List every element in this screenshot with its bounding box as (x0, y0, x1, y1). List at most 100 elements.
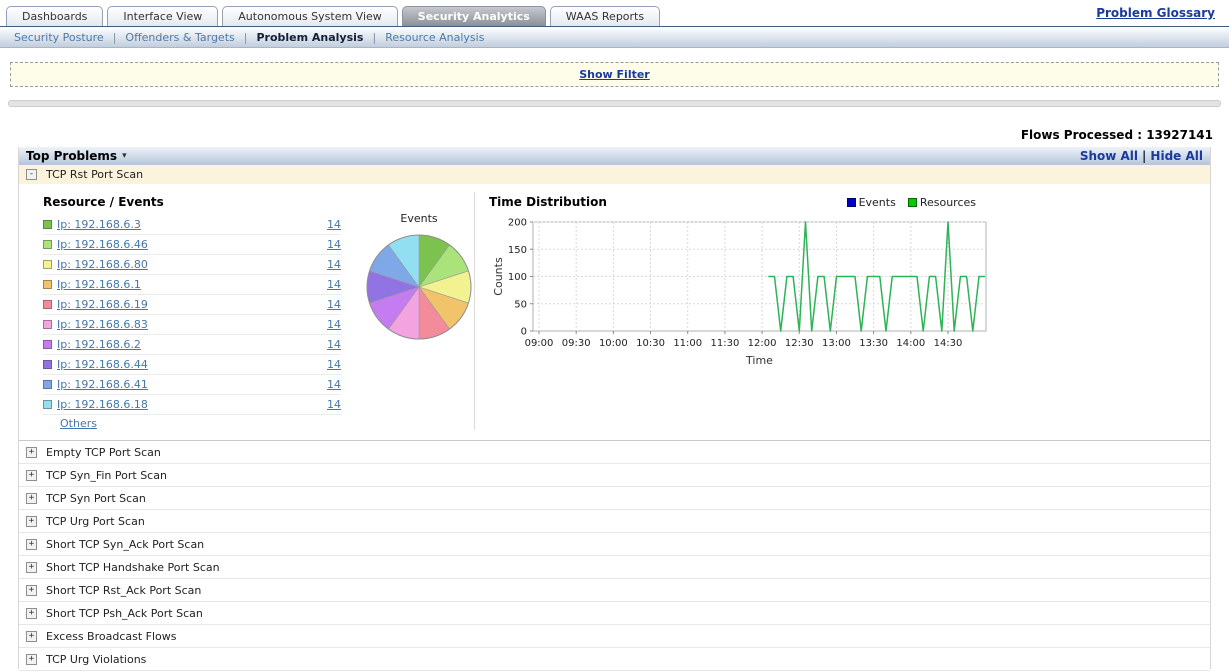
expand-icon[interactable]: + (26, 447, 37, 458)
flows-processed: Flows Processed : 13927141 (1021, 128, 1213, 142)
resource-row: Ip: 192.168.6.46 14 (43, 235, 341, 255)
resource-count-link[interactable]: 14 (327, 318, 341, 331)
collapse-icon[interactable]: - (26, 169, 37, 180)
resource-row: Ip: 192.168.6.2 14 (43, 335, 341, 355)
time-distribution-chart: 05010015020009:0009:3010:0010:3011:0011:… (489, 214, 1009, 374)
links-separator: | (1142, 149, 1146, 163)
resource-link-ip-192-168-6-46[interactable]: Ip: 192.168.6.46 (57, 238, 148, 251)
expand-icon[interactable]: + (26, 539, 37, 550)
legend-swatch-icon (908, 198, 917, 207)
resource-list: Ip: 192.168.6.314Ip: 192.168.6.4614Ip: 1… (43, 215, 341, 415)
y-tick-label: 100 (508, 272, 527, 283)
resource-row: Ip: 192.168.6.44 14 (43, 355, 341, 375)
top-problems-title: Top Problems (26, 149, 117, 163)
legend-item-resources: Resources (908, 196, 976, 209)
x-tick-label: 10:00 (599, 338, 628, 349)
subnav-offenders-targets[interactable]: Offenders & Targets (125, 31, 234, 44)
x-tick-label: 12:00 (748, 338, 777, 349)
resource-link-ip-192-168-6-80[interactable]: Ip: 192.168.6.80 (57, 258, 148, 271)
expand-icon[interactable]: + (26, 654, 37, 665)
tab-strip: DashboardsInterface ViewAutonomous Syste… (6, 6, 660, 26)
resource-link-ip-192-168-6-1[interactable]: Ip: 192.168.6.1 (57, 278, 141, 291)
problem-row-collapsed[interactable]: +Empty TCP Port Scan (19, 441, 1210, 464)
collapse-caret-icon[interactable]: ▾ (122, 151, 127, 161)
x-tick-label: 11:30 (710, 338, 739, 349)
flows-processed-value: 13927141 (1146, 128, 1213, 142)
problem-row-collapsed[interactable]: +Short TCP Handshake Port Scan (19, 556, 1210, 579)
resource-link-ip-192-168-6-18[interactable]: Ip: 192.168.6.18 (57, 398, 148, 411)
tab-waas-reports[interactable]: WAAS Reports (550, 6, 660, 26)
legend-swatch-icon (847, 198, 856, 207)
expand-icon[interactable]: + (26, 516, 37, 527)
pie-chart-title: Events (349, 212, 489, 225)
resource-link-ip-192-168-6-41[interactable]: Ip: 192.168.6.41 (57, 378, 148, 391)
show-filter-link[interactable]: Show Filter (579, 68, 650, 81)
problem-name: TCP Urg Violations (46, 653, 146, 666)
others-link[interactable]: Others (60, 417, 97, 430)
subnav-separator: | (113, 31, 117, 44)
expand-icon[interactable]: + (26, 493, 37, 504)
problem-name: TCP Syn_Fin Port Scan (46, 469, 167, 482)
resource-count-link[interactable]: 14 (327, 338, 341, 351)
tab-dashboards[interactable]: Dashboards (6, 6, 103, 26)
collapsed-problem-list: +Empty TCP Port Scan+TCP Syn_Fin Port Sc… (19, 441, 1210, 671)
resource-count-link[interactable]: 14 (327, 258, 341, 271)
resource-count-link[interactable]: 14 (327, 238, 341, 251)
problem-row-collapsed[interactable]: + Short TCP Rst_Ack Port Scan (19, 579, 1210, 602)
legend-label: Events (859, 196, 896, 209)
resource-row: Ip: 192.168.6.3 14 (43, 215, 341, 235)
resource-link-ip-192-168-6-19[interactable]: Ip: 192.168.6.19 (57, 298, 148, 311)
resource-count-link[interactable]: 14 (327, 378, 341, 391)
show-all-link[interactable]: Show All (1080, 149, 1138, 163)
problem-row-collapsed[interactable]: + TCP Syn Port Scan (19, 487, 1210, 510)
resource-count-link[interactable]: 14 (327, 398, 341, 411)
x-tick-label: 14:30 (934, 338, 963, 349)
resource-row: Ip: 192.168.6.1 14 (43, 275, 341, 295)
resource-count-link[interactable]: 14 (327, 298, 341, 311)
x-tick-label: 14:00 (896, 338, 925, 349)
expand-icon[interactable]: + (26, 585, 37, 596)
problem-row-collapsed[interactable]: + Short TCP Psh_Ack Port Scan (19, 602, 1210, 625)
y-tick-label: 150 (508, 245, 527, 256)
problem-row-collapsed[interactable]: + TCP Urg Port Scan (19, 510, 1210, 533)
resource-events-header: Resource / Events (43, 195, 164, 209)
problem-row-collapsed[interactable]: +Short TCP Syn_Ack Port Scan (19, 533, 1210, 556)
resource-count-link[interactable]: 14 (327, 278, 341, 291)
problem-name: Short TCP Rst_Ack Port Scan (46, 584, 201, 597)
problem-glossary-link[interactable]: Problem Glossary (1096, 6, 1215, 20)
resource-count-link[interactable]: 14 (327, 358, 341, 371)
problem-name: TCP Urg Port Scan (46, 515, 145, 528)
resource-link-ip-192-168-6-44[interactable]: Ip: 192.168.6.44 (57, 358, 148, 371)
problem-row-collapsed[interactable]: +Excess Broadcast Flows (19, 625, 1210, 648)
events-pie-chart (349, 229, 489, 345)
y-tick-label: 50 (514, 299, 527, 310)
resource-link-ip-192-168-6-2[interactable]: Ip: 192.168.6.2 (57, 338, 141, 351)
color-swatch-icon (43, 320, 52, 329)
subnav-resource-analysis[interactable]: Resource Analysis (385, 31, 484, 44)
tab-interface-view[interactable]: Interface View (107, 6, 218, 26)
resource-count-link[interactable]: 14 (327, 218, 341, 231)
x-tick-label: 13:00 (822, 338, 851, 349)
vertical-separator (474, 192, 475, 430)
problem-name: Short TCP Psh_Ack Port Scan (46, 607, 203, 620)
expand-icon[interactable]: + (26, 608, 37, 619)
resource-link-ip-192-168-6-3[interactable]: Ip: 192.168.6.3 (57, 218, 141, 231)
color-swatch-icon (43, 380, 52, 389)
subnav-problem-analysis[interactable]: Problem Analysis (256, 31, 363, 44)
problem-row-collapsed[interactable]: + TCP Urg Violations (19, 648, 1210, 671)
problem-row-expanded[interactable]: - TCP Rst Port Scan (19, 165, 1210, 184)
expand-icon[interactable]: + (26, 631, 37, 642)
subnav-security-posture[interactable]: Security Posture (14, 31, 104, 44)
color-swatch-icon (43, 240, 52, 249)
expand-icon[interactable]: + (26, 562, 37, 573)
problem-row-collapsed[interactable]: + TCP Syn_Fin Port Scan (19, 464, 1210, 487)
expand-icon[interactable]: + (26, 470, 37, 481)
resource-row: Ip: 192.168.6.19 14 (43, 295, 341, 315)
hide-all-link[interactable]: Hide All (1150, 149, 1203, 163)
problem-name: TCP Syn Port Scan (46, 492, 146, 505)
resource-link-ip-192-168-6-83[interactable]: Ip: 192.168.6.83 (57, 318, 148, 331)
tab-security-analytics[interactable]: Security Analytics (402, 6, 546, 26)
section-divider (8, 100, 1221, 107)
tab-autonomous-system-view[interactable]: Autonomous System View (222, 6, 398, 26)
x-tick-label: 12:30 (785, 338, 814, 349)
